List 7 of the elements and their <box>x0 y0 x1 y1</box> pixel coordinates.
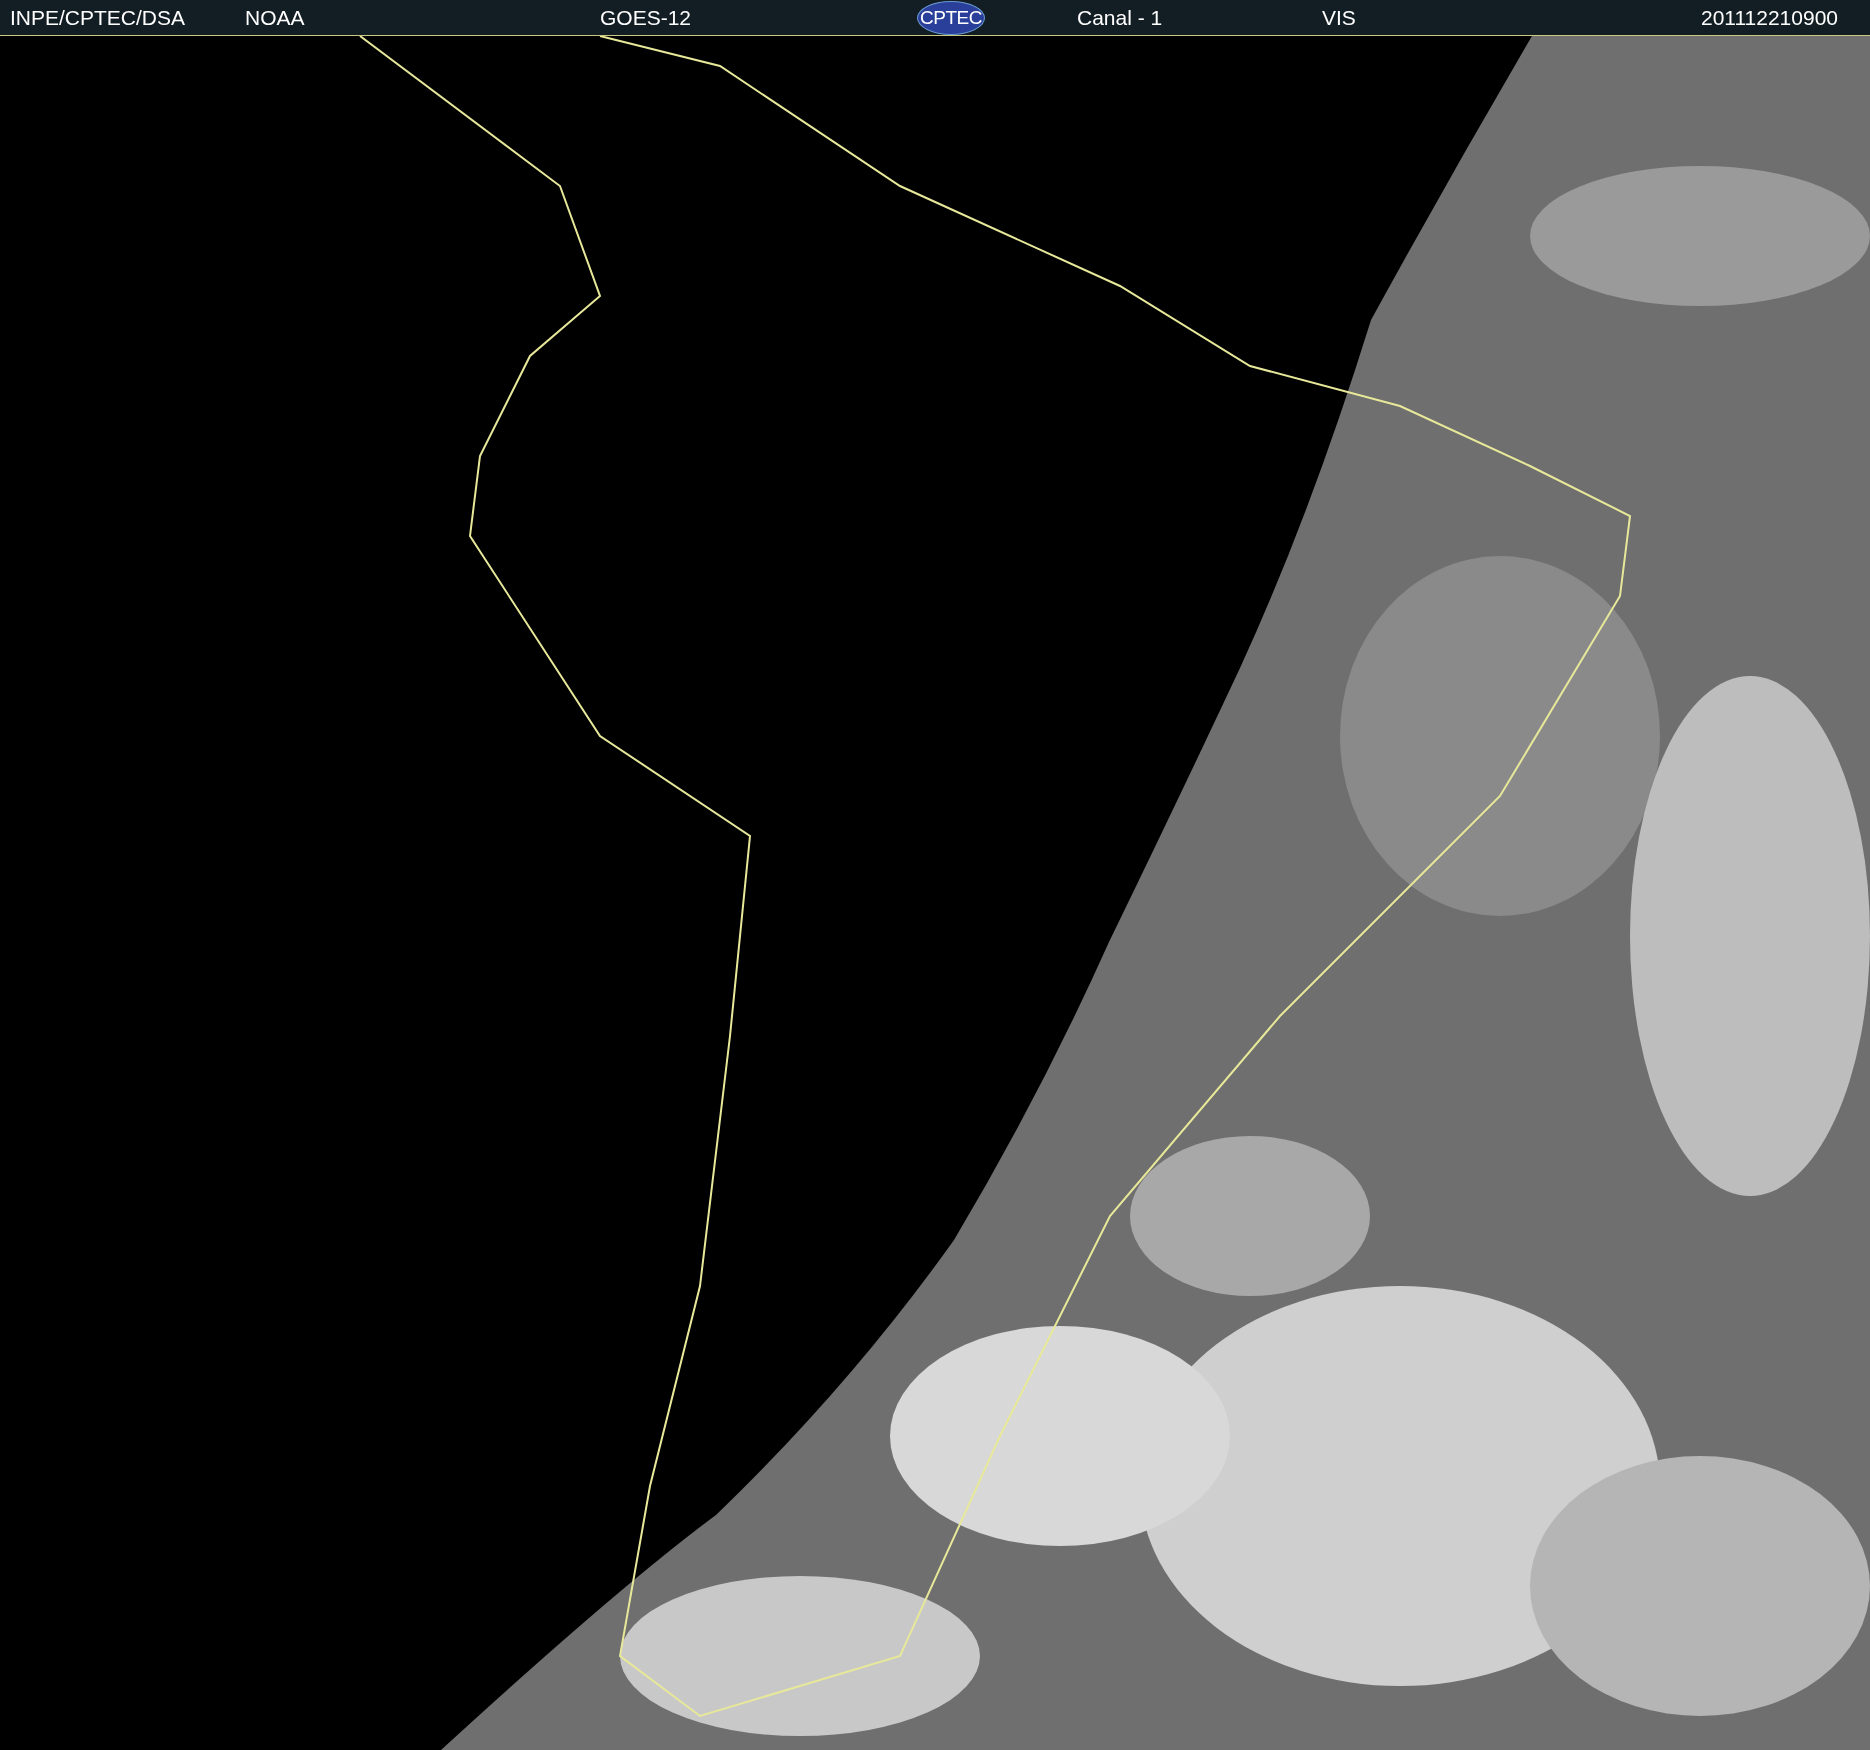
header-label: 201112210900 <box>1700 7 1838 28</box>
header-label: Canal - 1 <box>1077 7 1163 28</box>
header-label: VIS <box>1322 7 1356 28</box>
header-label: GOES-12 <box>600 7 692 28</box>
cptec-logo: CPTEC <box>917 0 985 35</box>
header-label: INPE/CPTEC/DSA <box>10 7 186 28</box>
header-label: NOAA <box>245 7 305 28</box>
